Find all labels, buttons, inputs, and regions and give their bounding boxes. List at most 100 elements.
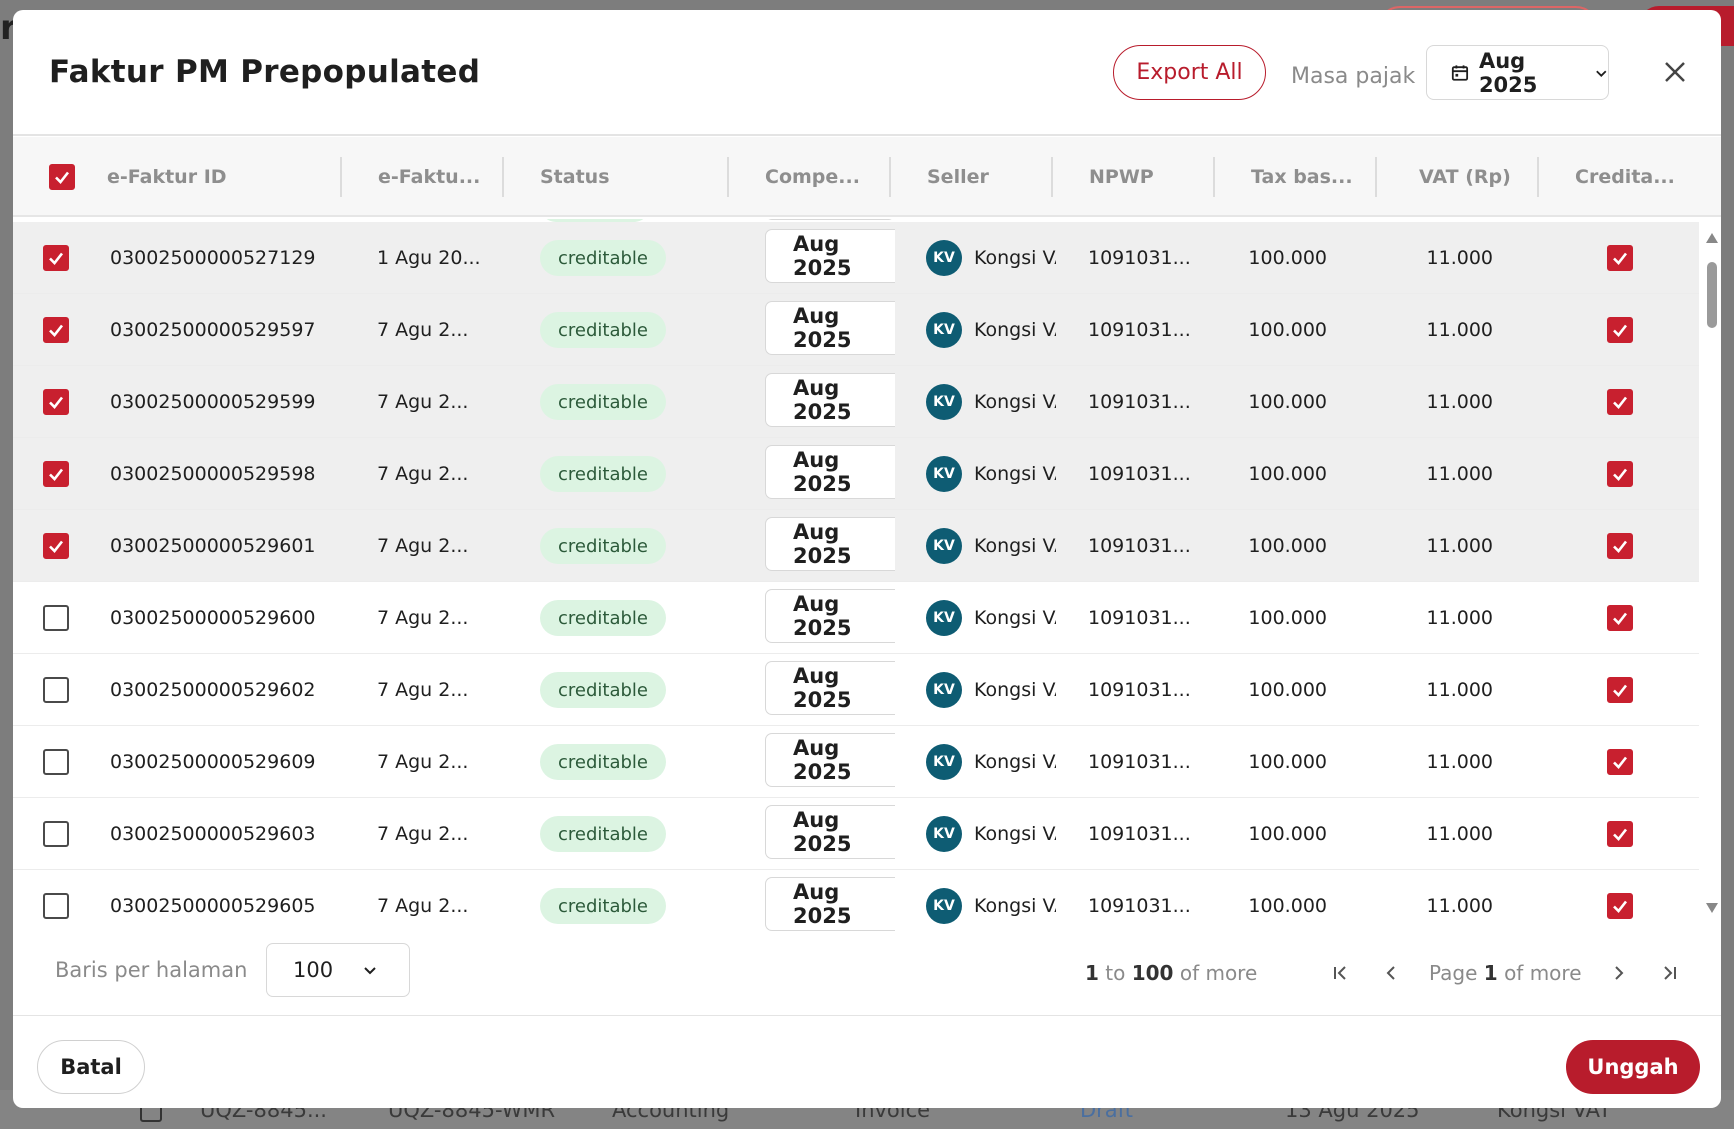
status-cell: creditable [540,366,666,438]
rows-per-page-select[interactable]: 100 [266,943,410,997]
close-icon[interactable] [1657,54,1693,90]
row-select-cell[interactable] [43,510,69,582]
row-select-checkbox[interactable] [43,677,69,703]
creditable-checkbox[interactable] [1607,461,1633,487]
column-header-status[interactable]: Status [540,137,610,217]
creditable-cell[interactable] [1607,438,1633,510]
column-header-efaktur-date[interactable]: e-Faktu... [378,137,480,217]
creditable-checkbox[interactable] [1607,245,1633,271]
creditable-cell[interactable] [1607,726,1633,798]
compensation-period-select[interactable]: Aug 2025 [765,229,895,283]
table-row[interactable]: 03002500000527129 1 Agu 20... creditable Au… [13,222,1699,294]
row-select-checkbox[interactable] [43,533,69,559]
column-header-npwp[interactable]: NPWP [1089,137,1154,217]
column-header-creditable[interactable]: Credita... [1575,137,1675,217]
row-select-checkbox[interactable] [43,749,69,775]
table-row[interactable]: 03002500000529609 7 Agu 2... creditable Aug… [13,726,1699,798]
row-select-checkbox[interactable] [43,389,69,415]
scrollbar-thumb[interactable] [1707,262,1717,328]
column-header-compensation[interactable]: Compe... [765,137,860,217]
table-row[interactable]: 03002500000529597 7 Agu 2... creditable Aug… [13,294,1699,366]
creditable-cell[interactable] [1607,654,1633,726]
compensation-period-select[interactable]: Aug 2025 [765,589,895,643]
row-select-cell[interactable] [43,366,69,438]
row-select-cell[interactable] [43,294,69,366]
efaktur-id: 03002500000529600 [110,607,316,629]
compensation-period-select[interactable]: Aug 2025 [765,517,895,571]
status-badge: creditable [540,456,666,492]
table-row[interactable]: 03002500000529599 7 Agu 2... creditable Aug… [13,366,1699,438]
creditable-checkbox[interactable] [1607,317,1633,343]
row-select-cell[interactable] [43,582,69,654]
creditable-cell[interactable] [1607,510,1633,582]
table-row[interactable]: 03002500000529600 7 Agu 2... creditable Aug… [13,582,1699,654]
avatar: KV [926,240,962,276]
chevron-down-icon [1596,70,1607,77]
row-select-checkbox[interactable] [43,893,69,919]
creditable-checkbox[interactable] [1607,605,1633,631]
column-header-seller[interactable]: Seller [927,137,989,217]
first-page-icon[interactable] [1331,963,1351,983]
vat-amount: 11.000 [1426,895,1493,917]
row-select-cell[interactable] [43,654,69,726]
check-icon [1613,828,1628,841]
check-icon [49,252,64,265]
compensation-period-value: Aug 2025 [793,520,852,568]
column-header-efaktur-id[interactable]: e-Faktur ID [107,137,227,217]
compensation-period-select[interactable]: Aug 2025 [765,877,895,931]
creditable-checkbox[interactable] [1607,677,1633,703]
column-header-vat[interactable]: VAT (Rp) [1419,137,1511,217]
export-all-button[interactable]: Export All [1113,45,1266,100]
compensation-period-select[interactable]: Aug 2025 [765,445,895,499]
last-page-icon[interactable] [1659,963,1679,983]
creditable-cell[interactable] [1607,294,1633,366]
creditable-checkbox[interactable] [1607,749,1633,775]
cancel-button[interactable]: Batal [37,1040,145,1094]
row-select-cell[interactable] [43,798,69,870]
select-all-cell[interactable] [49,137,75,217]
creditable-cell[interactable] [1607,222,1633,294]
select-all-checkbox[interactable] [49,164,75,190]
row-select-checkbox[interactable] [43,317,69,343]
creditable-checkbox[interactable] [1607,389,1633,415]
scroll-up-arrow-icon[interactable] [1705,232,1719,244]
scrollbar[interactable] [1705,232,1719,922]
check-icon [49,540,64,553]
compensation-period-select[interactable]: Aug 2025 [765,805,895,859]
creditable-cell[interactable] [1607,870,1633,931]
period-select[interactable]: Aug 2025 [1426,45,1609,100]
calendar-icon [1451,64,1469,81]
compensation-period-select[interactable]: Aug 2025 [765,373,895,427]
table-row[interactable]: 03002500000529601 7 Agu 2... creditable Aug… [13,510,1699,582]
row-select-checkbox[interactable] [43,461,69,487]
creditable-cell[interactable] [1607,366,1633,438]
npwp: 1091031... [1088,463,1191,485]
row-select-checkbox[interactable] [43,245,69,271]
column-header-tax-base[interactable]: Tax bas... [1251,137,1353,217]
creditable-cell[interactable] [1607,582,1633,654]
upload-button[interactable]: Unggah [1566,1040,1700,1094]
creditable-cell[interactable] [1607,798,1633,870]
row-select-cell[interactable] [43,438,69,510]
status-cell: creditable [540,798,666,870]
next-page-icon[interactable] [1609,963,1629,983]
table-row[interactable]: 03002500000529603 7 Agu 2... creditable Aug… [13,798,1699,870]
table-row[interactable]: 03002500000529605 7 Agu 2... creditable Aug… [13,870,1699,931]
row-select-checkbox[interactable] [43,605,69,631]
efaktur-date: 7 Agu 2... [377,679,469,701]
table-row[interactable]: 03002500000529598 7 Agu 2... creditable Aug… [13,438,1699,510]
compensation-period-select[interactable]: Aug 2025 [765,661,895,715]
compensation-period-select[interactable]: Aug 2025 [765,301,895,355]
previous-page-icon[interactable] [1381,963,1401,983]
row-select-cell[interactable] [43,726,69,798]
table-row[interactable]: 03002500000529602 7 Agu 2... creditable Aug… [13,654,1699,726]
creditable-checkbox[interactable] [1607,893,1633,919]
scroll-down-arrow-icon[interactable] [1705,902,1719,914]
row-select-checkbox[interactable] [43,821,69,847]
row-select-cell[interactable] [43,870,69,931]
vat-amount: 11.000 [1426,391,1493,413]
creditable-checkbox[interactable] [1607,533,1633,559]
creditable-checkbox[interactable] [1607,821,1633,847]
compensation-period-select[interactable]: Aug 2025 [765,733,895,787]
row-select-cell[interactable] [43,222,69,294]
